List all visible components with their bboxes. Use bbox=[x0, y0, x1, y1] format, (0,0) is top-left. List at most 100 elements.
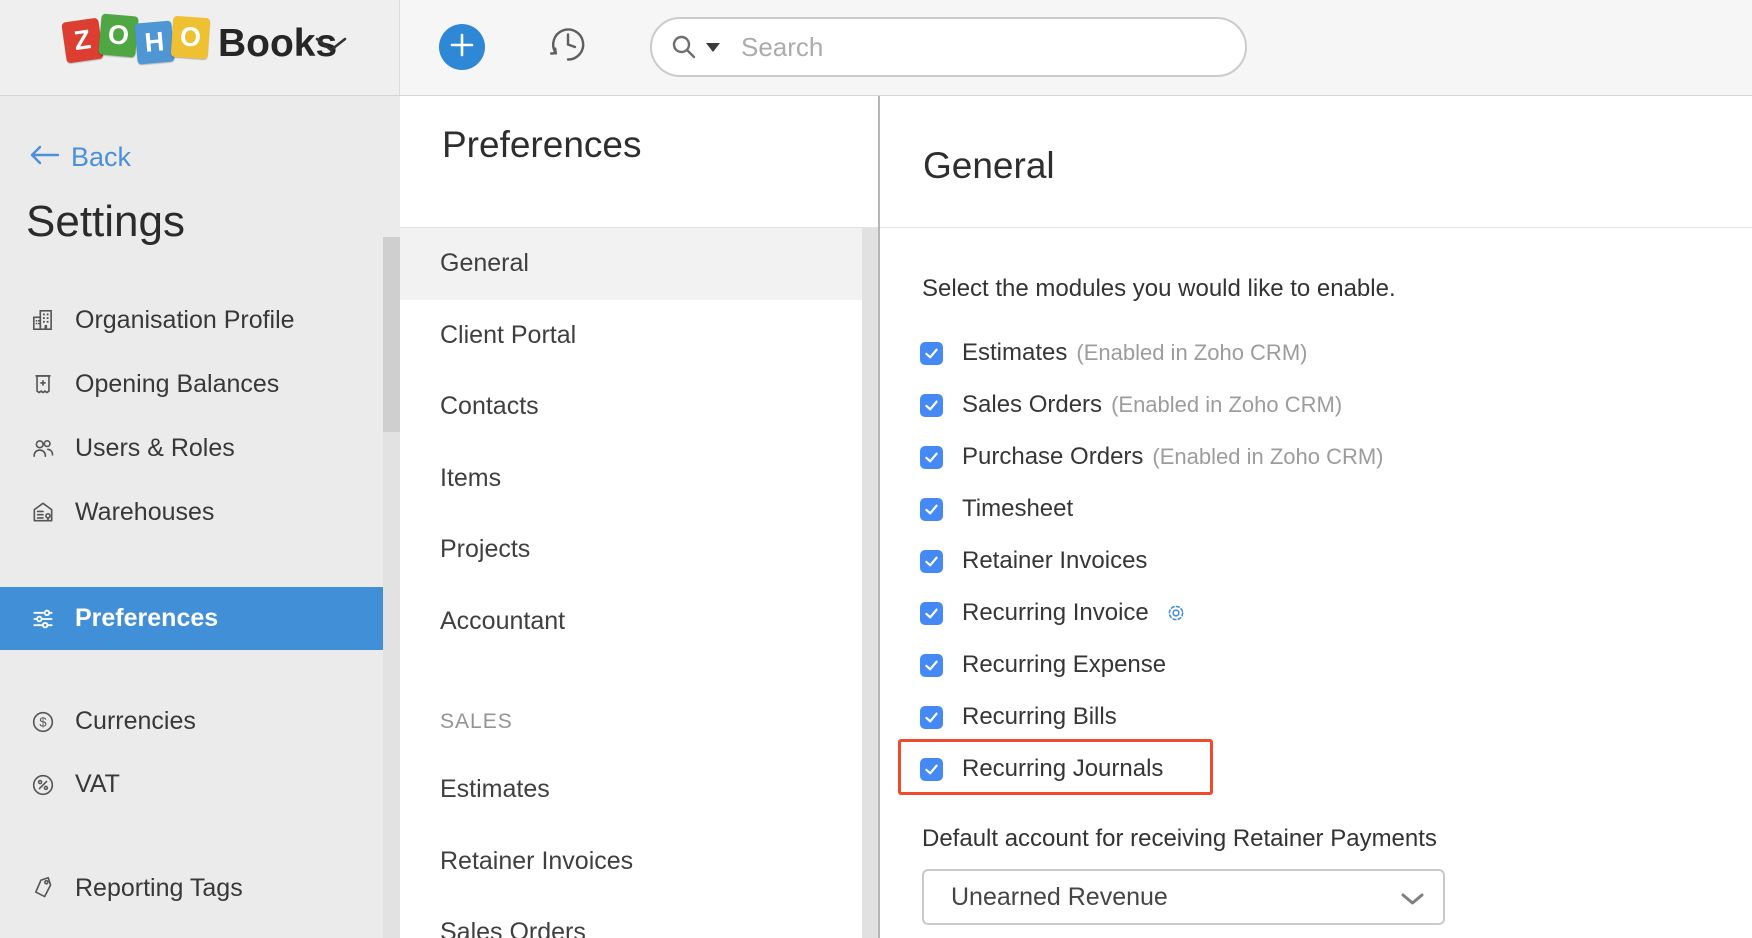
checkbox-purchase-orders[interactable] bbox=[920, 446, 943, 469]
sidebar-item-organisation-profile[interactable]: Organisation Profile bbox=[0, 288, 383, 352]
pref-item-contacts[interactable]: Contacts bbox=[400, 371, 862, 443]
chevron-down-icon bbox=[1400, 892, 1425, 906]
recurring-journals-highlight-box bbox=[898, 739, 1213, 795]
pref-item-estimates[interactable]: Estimates bbox=[400, 754, 862, 826]
preferences-list: General Client Portal Contacts Items Pro… bbox=[400, 228, 862, 938]
module-label: Purchase Orders bbox=[962, 443, 1143, 471]
zoho-logo-tile-o1: O bbox=[98, 13, 138, 57]
module-row-purchase-orders: Purchase Orders (Enabled in Zoho CRM) bbox=[920, 431, 1620, 483]
search-icon bbox=[670, 33, 698, 61]
modules-intro-text: Select the modules you would like to ena… bbox=[922, 274, 1396, 303]
percent-icon bbox=[30, 772, 56, 798]
module-label: Estimates bbox=[962, 339, 1067, 367]
module-row-recurring-expense: Recurring Expense bbox=[920, 639, 1620, 691]
modules-list: Estimates (Enabled in Zoho CRM) Sales Or… bbox=[920, 327, 1620, 795]
sidebar-item-label: Users & Roles bbox=[75, 434, 235, 463]
zoho-logo-tile-o2: O bbox=[171, 16, 211, 59]
checkbox-estimates[interactable] bbox=[920, 342, 943, 365]
preferences-panel-title: Preferences bbox=[442, 122, 642, 168]
sidebar-item-opening-balances[interactable]: Opening Balances bbox=[0, 352, 383, 416]
checkbox-recurring-bills[interactable] bbox=[920, 706, 943, 729]
sidebar-item-warehouses[interactable]: Warehouses bbox=[0, 480, 383, 544]
pref-item-retainer-invoices[interactable]: Retainer Invoices bbox=[400, 826, 862, 898]
pref-item-client-portal[interactable]: Client Portal bbox=[400, 300, 862, 372]
module-row-recurring-invoice: Recurring Invoice bbox=[920, 587, 1620, 639]
checkbox-sales-orders[interactable] bbox=[920, 394, 943, 417]
warehouse-icon bbox=[30, 499, 56, 525]
sidebar-item-label: Opening Balances bbox=[75, 370, 279, 399]
settings-title: Settings bbox=[26, 197, 185, 247]
sidebar-item-users-roles[interactable]: Users & Roles bbox=[0, 416, 383, 480]
general-panel-title: General bbox=[923, 145, 1055, 187]
pref-item-label: Client Portal bbox=[440, 321, 576, 350]
pref-item-label: Projects bbox=[440, 535, 530, 564]
pref-section-label: SALES bbox=[440, 710, 513, 734]
zoho-books-settings-screen: Z O H O Books Search bbox=[0, 0, 1752, 938]
sidebar-item-vat[interactable]: VAT bbox=[0, 753, 383, 816]
search-placeholder: Search bbox=[741, 32, 823, 63]
sidebar-item-label: VAT bbox=[75, 770, 120, 799]
checkbox-timesheet[interactable] bbox=[920, 498, 943, 521]
sidebar-scrollbar-thumb[interactable] bbox=[383, 237, 400, 432]
zoho-logo-tile-z: Z bbox=[61, 18, 103, 64]
sidebar-item-label: Warehouses bbox=[75, 498, 214, 527]
sidebar-item-label: Organisation Profile bbox=[75, 306, 295, 335]
plus-icon bbox=[449, 32, 475, 63]
history-clock-icon bbox=[545, 54, 591, 71]
topbar-divider bbox=[399, 0, 400, 95]
currency-icon: $ bbox=[30, 709, 56, 735]
module-row-timesheet: Timesheet bbox=[920, 483, 1620, 535]
pref-item-label: Accountant bbox=[440, 607, 565, 636]
sliders-icon bbox=[30, 606, 56, 632]
svg-text:$: $ bbox=[39, 714, 47, 729]
sidebar-group-money: $ Currencies VAT bbox=[0, 690, 383, 816]
recurring-invoice-settings-gear-icon[interactable] bbox=[1165, 602, 1187, 624]
default-account-select[interactable]: Unearned Revenue bbox=[922, 869, 1445, 925]
module-row-sales-orders: Sales Orders (Enabled in Zoho CRM) bbox=[920, 379, 1620, 431]
module-label: Recurring Bills bbox=[962, 703, 1117, 731]
module-label: Recurring Invoice bbox=[962, 599, 1149, 627]
pref-section-sales: SALES bbox=[400, 690, 862, 754]
pref-item-label: Items bbox=[440, 464, 501, 493]
preferences-scrollbar[interactable] bbox=[862, 228, 878, 938]
pref-item-sales-orders[interactable]: Sales Orders bbox=[400, 897, 862, 938]
module-note: (Enabled in Zoho CRM) bbox=[1111, 392, 1342, 418]
back-label: Back bbox=[71, 142, 131, 173]
checkbox-retainer-invoices[interactable] bbox=[920, 550, 943, 573]
quick-create-button[interactable] bbox=[439, 24, 485, 70]
sidebar-group-organisation: Organisation Profile Opening Balances Us… bbox=[0, 288, 383, 544]
sidebar-item-currencies[interactable]: $ Currencies bbox=[0, 690, 383, 753]
sidebar-item-preferences[interactable]: Preferences bbox=[0, 587, 383, 650]
back-link[interactable]: Back bbox=[28, 142, 131, 172]
module-note: (Enabled in Zoho CRM) bbox=[1076, 340, 1307, 366]
default-account-value: Unearned Revenue bbox=[951, 883, 1168, 912]
sidebar-group-preferences: Preferences bbox=[0, 587, 383, 650]
pref-item-label: General bbox=[440, 249, 529, 278]
org-switcher-chevron-icon[interactable] bbox=[313, 36, 349, 54]
sidebar-item-label: Reporting Tags bbox=[75, 874, 243, 903]
pref-item-label: Retainer Invoices bbox=[440, 847, 633, 876]
global-search-input[interactable]: Search bbox=[650, 17, 1247, 77]
sidebar-group-tags: Reporting Tags bbox=[0, 856, 383, 920]
checkbox-recurring-invoice[interactable] bbox=[920, 602, 943, 625]
search-scope-dropdown-icon[interactable] bbox=[706, 43, 720, 52]
module-label: Recurring Expense bbox=[962, 651, 1166, 679]
panel-divider bbox=[878, 96, 880, 938]
zoho-logo-tile-h: H bbox=[134, 20, 174, 64]
recent-history-button[interactable] bbox=[545, 21, 591, 67]
users-icon bbox=[30, 435, 56, 461]
checkbox-recurring-expense[interactable] bbox=[920, 654, 943, 677]
back-arrow-icon bbox=[28, 145, 60, 170]
sidebar-item-reporting-tags[interactable]: Reporting Tags bbox=[0, 856, 383, 920]
pref-item-general[interactable]: General bbox=[400, 228, 862, 300]
pref-item-accountant[interactable]: Accountant bbox=[400, 586, 862, 658]
module-row-retainer-invoices: Retainer Invoices bbox=[920, 535, 1620, 587]
module-row-estimates: Estimates (Enabled in Zoho CRM) bbox=[920, 327, 1620, 379]
module-row-recurring-bills: Recurring Bills bbox=[920, 691, 1620, 743]
pref-item-items[interactable]: Items bbox=[400, 443, 862, 515]
pref-item-label: Sales Orders bbox=[440, 918, 586, 938]
sidebar-item-label: Preferences bbox=[75, 604, 218, 633]
pref-item-projects[interactable]: Projects bbox=[400, 514, 862, 586]
module-note: (Enabled in Zoho CRM) bbox=[1152, 444, 1383, 470]
module-label: Sales Orders bbox=[962, 391, 1102, 419]
